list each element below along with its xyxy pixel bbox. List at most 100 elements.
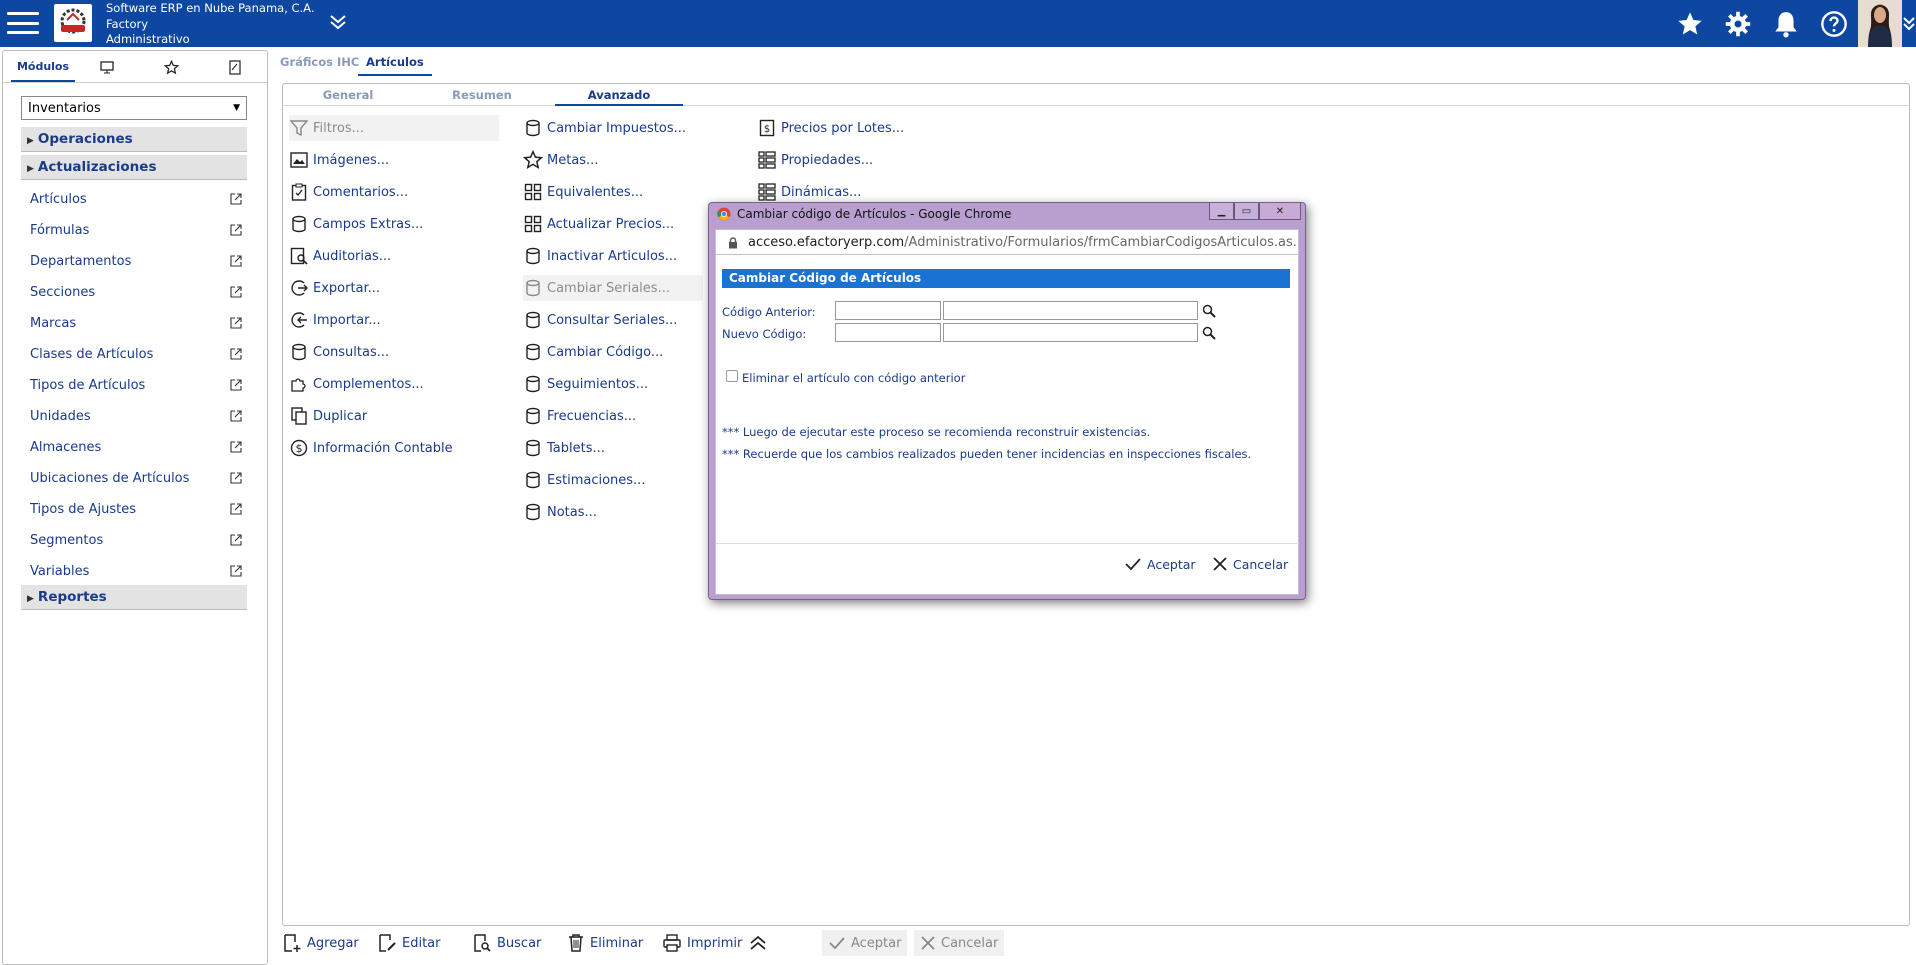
option-item[interactable]: Cambiar Código... <box>523 339 703 365</box>
codigo-anterior-description[interactable] <box>943 301 1198 320</box>
sidebar-item[interactable]: Almacenes <box>30 437 242 457</box>
option-item[interactable]: Propiedades... <box>757 147 907 173</box>
sidebar-item[interactable]: Segmentos <box>30 530 242 550</box>
edit-document-icon <box>377 933 397 953</box>
option-item[interactable]: Inactivar Articulos... <box>523 243 703 269</box>
sidebar-item[interactable]: Tipos de Artículos <box>30 375 242 395</box>
option-item[interactable]: $ Precios por Lotes... <box>757 115 907 141</box>
tab-resumen[interactable]: Resumen <box>437 88 527 102</box>
caret-right-icon: ▶ <box>27 164 34 174</box>
sidebar-item[interactable]: Clases de Artículos <box>30 344 242 364</box>
option-label: Actualizar Precios... <box>547 216 675 232</box>
sidebar-item[interactable]: Departamentos <box>30 251 242 271</box>
option-item[interactable]: Seguimientos... <box>523 371 703 397</box>
sidebar-item[interactable]: Artículos <box>30 189 242 209</box>
search-icon[interactable] <box>1202 326 1216 340</box>
option-item[interactable]: Cambiar Impuestos... <box>523 115 703 141</box>
buscar-button[interactable]: Buscar <box>472 930 541 956</box>
imprimir-button[interactable]: Imprimir <box>662 930 742 956</box>
sidebar-item[interactable]: Ubicaciones de Artículos <box>30 468 242 488</box>
option-item[interactable]: Complementos... <box>289 371 499 397</box>
dialog-accept-button[interactable]: Aceptar <box>1124 556 1196 572</box>
option-item[interactable]: Imágenes... <box>289 147 499 173</box>
option-item[interactable]: Frecuencias... <box>523 403 703 429</box>
option-item[interactable]: Comentarios... <box>289 179 499 205</box>
user-avatar[interactable] <box>1858 0 1902 47</box>
option-item[interactable]: Consultas... <box>289 339 499 365</box>
double-chevron-down-icon[interactable] <box>328 12 348 36</box>
aceptar-button[interactable]: Aceptar <box>822 930 908 956</box>
favorites-star-icon[interactable] <box>1666 0 1714 47</box>
hamburger-menu-icon[interactable] <box>6 9 40 37</box>
sidebar-item[interactable]: Unidades <box>30 406 242 426</box>
tab-favorites[interactable] <box>139 52 203 82</box>
option-item[interactable]: $ Información Contable <box>289 435 499 461</box>
group-label: Operaciones <box>37 131 133 147</box>
eliminar-checkbox-label: Eliminar el artículo con código anterior <box>742 371 966 385</box>
group-reportes[interactable]: ▶ Reportes <box>21 585 247 610</box>
tab-avanzado[interactable]: Avanzado <box>555 88 683 106</box>
puzzle-icon <box>289 374 309 394</box>
editar-button[interactable]: Editar <box>377 930 441 956</box>
tab-articulos[interactable]: Artículos <box>358 55 432 76</box>
option-item[interactable]: Cambiar Seriales... <box>523 275 703 301</box>
sidebar-item[interactable]: Fórmulas <box>30 220 242 240</box>
tab-monitor[interactable] <box>75 52 139 82</box>
group-operaciones[interactable]: ▶ Operaciones <box>21 127 247 152</box>
window-close-icon[interactable]: ✕ <box>1259 203 1301 220</box>
sidebar-item[interactable]: Variables <box>30 561 242 581</box>
option-item[interactable]: Metas... <box>523 147 703 173</box>
option-item[interactable]: Equivalentes... <box>523 179 703 205</box>
dialog-titlebar[interactable]: Cambiar código de Artículos - Google Chr… <box>717 207 1011 221</box>
trash-icon <box>567 933 585 953</box>
cancelar-button[interactable]: Cancelar <box>914 930 1005 956</box>
tab-modulos[interactable]: Módulos <box>11 52 75 82</box>
option-item[interactable]: Consultar Seriales... <box>523 307 703 333</box>
group-actualizaciones[interactable]: ▶ Actualizaciones <box>21 155 247 180</box>
option-item[interactable]: Campos Extras... <box>289 211 499 237</box>
window-controls: ▁ ▭ ✕ <box>1209 203 1301 220</box>
dialog-cancel-button[interactable]: Cancelar <box>1212 556 1288 572</box>
sidebar-item[interactable]: Marcas <box>30 313 242 333</box>
agregar-button[interactable]: Agregar <box>282 930 359 956</box>
option-label: Imágenes... <box>313 152 390 168</box>
option-item[interactable]: Estimaciones... <box>523 467 703 493</box>
eliminar-button[interactable]: Eliminar <box>567 930 643 956</box>
tab-documents[interactable] <box>203 52 267 82</box>
option-item[interactable]: Importar... <box>289 307 499 333</box>
eliminar-checkbox[interactable] <box>726 370 738 382</box>
option-label: Consultar Seriales... <box>547 312 678 328</box>
option-item[interactable]: Exportar... <box>289 275 499 301</box>
nuevo-codigo-description[interactable] <box>943 323 1198 342</box>
option-item[interactable]: Tablets... <box>523 435 703 461</box>
search-icon[interactable] <box>1202 304 1216 318</box>
minimize-icon[interactable]: ▁ <box>1209 203 1234 220</box>
nuevo-codigo-input[interactable] <box>835 323 941 342</box>
sidebar-item[interactable]: Tipos de Ajustes <box>30 499 242 519</box>
settings-gear-icon[interactable] <box>1714 0 1762 47</box>
option-item[interactable]: Duplicar <box>289 403 499 429</box>
option-label: Precios por Lotes... <box>781 120 905 136</box>
user-menu-chevron-icon[interactable] <box>1902 0 1916 47</box>
help-question-icon[interactable] <box>1810 0 1858 47</box>
option-item[interactable]: Actualizar Precios... <box>523 211 703 237</box>
option-label: Información Contable <box>313 440 453 456</box>
notifications-bell-icon[interactable] <box>1762 0 1810 47</box>
option-item[interactable]: Auditorias... <box>289 243 499 269</box>
maximize-icon[interactable]: ▭ <box>1234 203 1259 220</box>
expand-toolbar-button[interactable] <box>748 930 773 956</box>
change-code-dialog: Cambiar código de Artículos - Google Chr… <box>708 202 1306 600</box>
filter-icon <box>289 118 309 138</box>
tab-graficos-ihc[interactable]: Gráficos IHC <box>280 55 359 69</box>
tab-general[interactable]: General <box>303 88 393 102</box>
option-item[interactable]: Filtros... <box>289 115 499 141</box>
option-item[interactable]: Notas... <box>523 499 703 525</box>
group-label: Reportes <box>37 589 107 605</box>
codigo-anterior-input[interactable] <box>835 301 941 320</box>
address-bar[interactable]: acceso.efactoryerp.com/Administrativo/Fo… <box>715 229 1299 255</box>
printer-icon <box>662 933 682 953</box>
sidebar-item[interactable]: Secciones <box>30 282 242 302</box>
eliminar-label: Eliminar <box>590 935 644 951</box>
external-link-icon <box>230 255 242 267</box>
module-select[interactable]: Inventarios ▼ <box>21 96 247 120</box>
